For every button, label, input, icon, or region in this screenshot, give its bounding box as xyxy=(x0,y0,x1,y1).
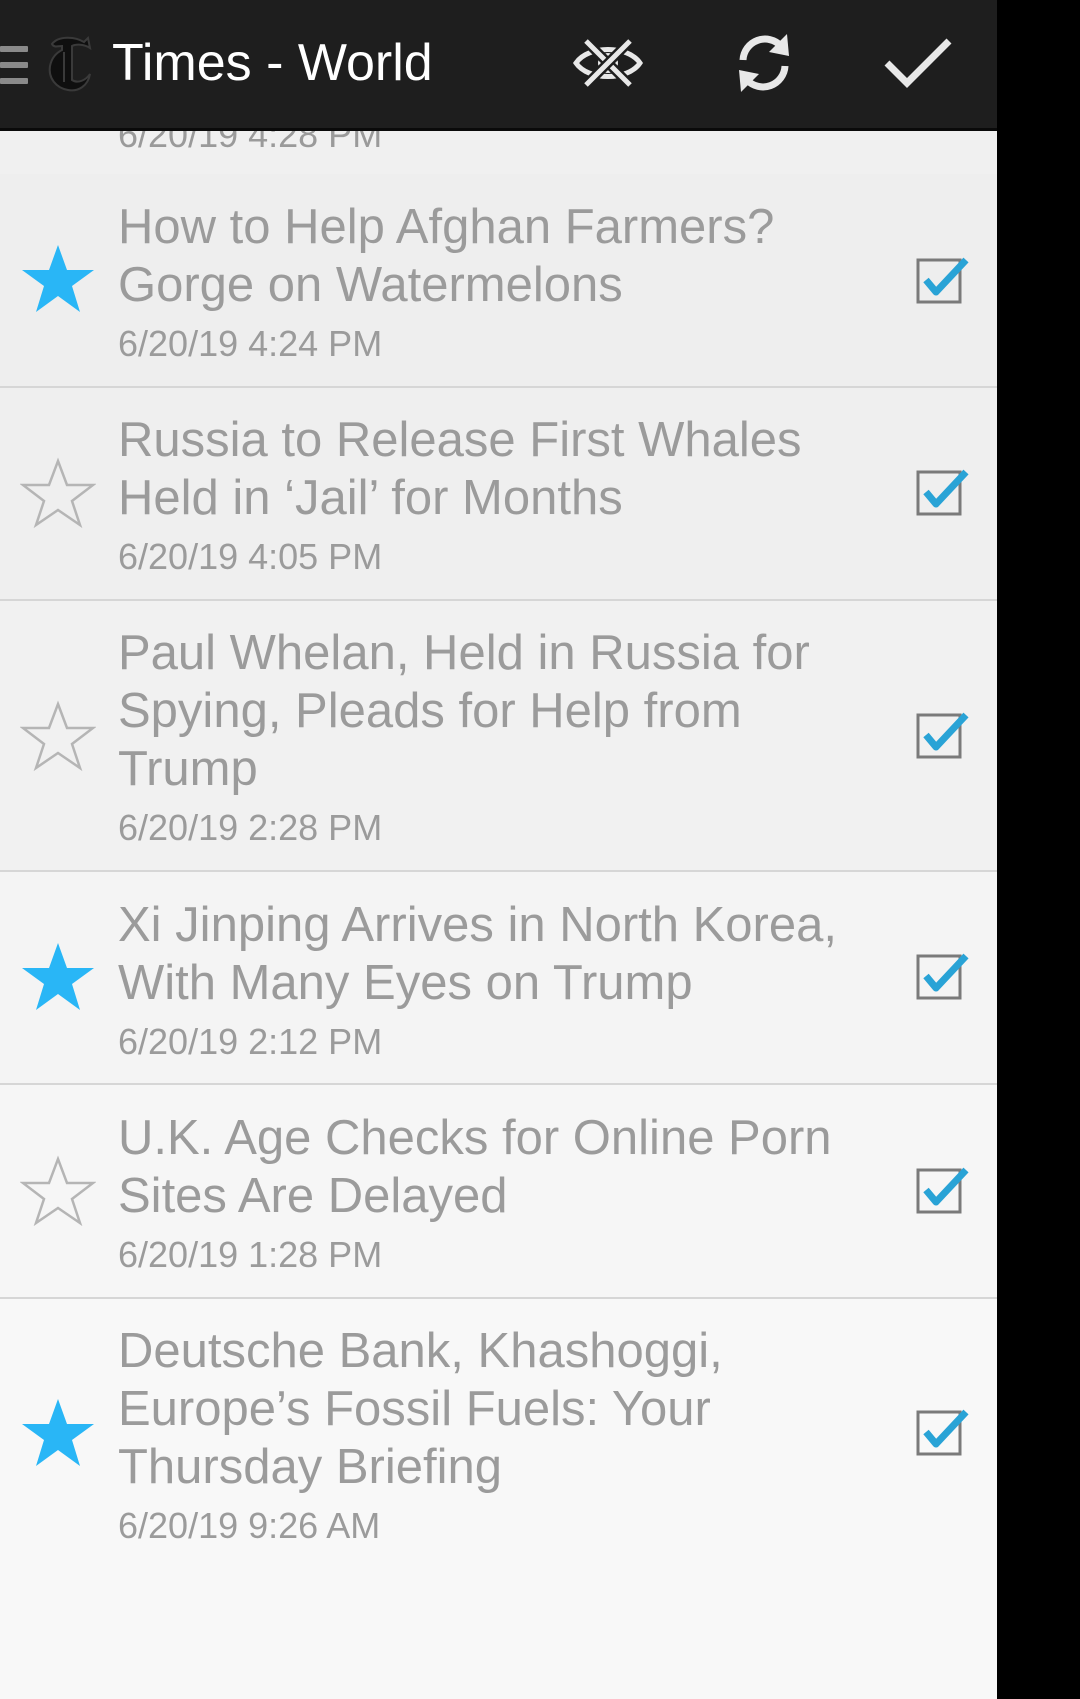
checkmark-icon xyxy=(884,38,952,88)
article-date: 6/20/19 9:26 AM xyxy=(118,1505,381,1546)
article-title[interactable]: How to Help Afghan Farmers? Gorge on Wat… xyxy=(118,198,878,314)
checkbox-checked-icon[interactable] xyxy=(912,252,972,308)
star-outline-icon[interactable] xyxy=(20,1155,96,1227)
mark-all-read-button[interactable] xyxy=(878,28,958,98)
nyt-logo-icon[interactable] xyxy=(44,30,96,94)
article-date: 6/20/19 4:24 PM xyxy=(118,323,383,364)
checkbox-checked-icon[interactable] xyxy=(912,464,972,520)
menu-icon[interactable] xyxy=(0,46,28,86)
checkbox-checked-icon[interactable] xyxy=(912,1404,972,1460)
star-filled-icon[interactable] xyxy=(20,243,96,315)
checkbox-checked-icon[interactable] xyxy=(912,948,972,1004)
page-title: Times - World xyxy=(112,34,433,92)
article-date: 6/20/19 2:28 PM xyxy=(118,807,383,848)
hide-read-icon xyxy=(572,37,644,89)
refresh-button[interactable] xyxy=(724,28,804,98)
star-filled-icon[interactable] xyxy=(20,941,96,1013)
checkbox-checked-icon[interactable] xyxy=(912,1162,972,1218)
article-date: 6/20/19 2:12 PM xyxy=(118,1021,383,1062)
article-title[interactable]: Xi Jinping Arrives in North Korea, With … xyxy=(118,896,878,1012)
article-date: 6/20/19 4:05 PM xyxy=(118,536,383,577)
star-outline-icon[interactable] xyxy=(20,457,96,529)
article-date: 6/20/19 1:28 PM xyxy=(118,1234,383,1275)
refresh-icon xyxy=(739,34,789,92)
article-title[interactable]: Paul Whelan, Held in Russia for Spying, … xyxy=(118,624,878,798)
checkbox-checked-icon[interactable] xyxy=(912,707,972,763)
app-screen: 6/20/19 4:28 PM How to Help Afghan Farme… xyxy=(0,0,997,1699)
article-title[interactable]: U.K. Age Checks for Online Porn Sites Ar… xyxy=(118,1109,878,1225)
action-bar: Times - World xyxy=(0,0,997,131)
star-outline-icon[interactable] xyxy=(20,700,96,772)
screen-edge xyxy=(997,0,1080,1699)
hide-read-button[interactable] xyxy=(568,28,648,98)
article-title[interactable]: Deutsche Bank, Khashoggi, Europe’s Fossi… xyxy=(118,1322,878,1496)
article-title[interactable]: Russia to Release First Whales Held in ‘… xyxy=(118,411,878,527)
star-filled-icon[interactable] xyxy=(20,1397,96,1469)
